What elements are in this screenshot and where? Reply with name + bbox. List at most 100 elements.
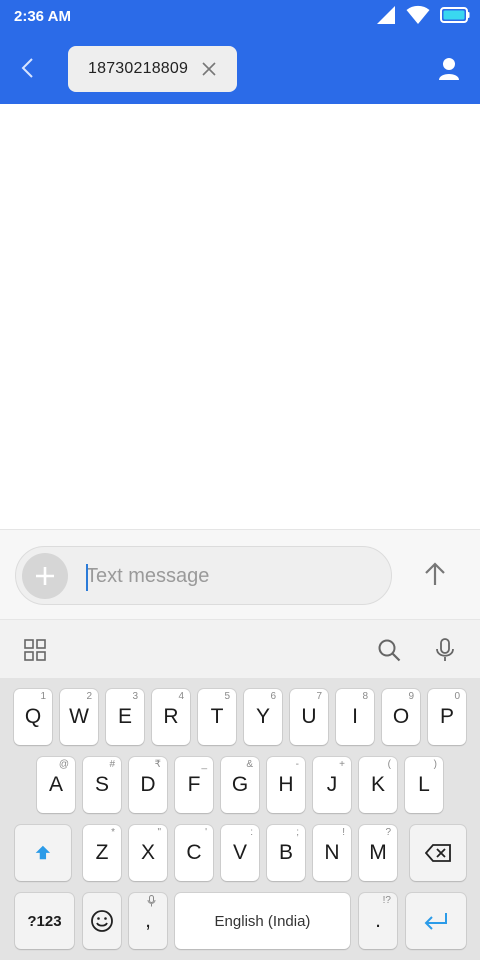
key-hint: 4 bbox=[178, 691, 184, 702]
key-l[interactable]: ) L bbox=[405, 757, 443, 813]
recipient-chip[interactable]: 18730218809 bbox=[68, 46, 237, 92]
compose-bar bbox=[0, 529, 480, 619]
key-hint: 9 bbox=[408, 691, 414, 702]
key-u[interactable]: 7U bbox=[290, 689, 328, 745]
key-v[interactable]: :V bbox=[221, 825, 259, 881]
key-z[interactable]: * Z bbox=[83, 825, 121, 881]
plus-icon bbox=[36, 567, 54, 585]
key-label: Q bbox=[24, 705, 42, 728]
chevron-left-icon bbox=[21, 58, 33, 78]
key-label: D bbox=[140, 773, 156, 796]
key-y[interactable]: 6Y bbox=[244, 689, 282, 745]
message-list bbox=[0, 104, 480, 529]
key-hint: ( bbox=[387, 759, 391, 770]
arrow-up-icon bbox=[425, 562, 445, 585]
key-d[interactable]: ₹ D bbox=[129, 757, 167, 813]
key-label: T bbox=[210, 705, 224, 728]
grid-icon bbox=[24, 639, 46, 661]
emoji-icon bbox=[91, 910, 113, 932]
key-hint: ₹ bbox=[154, 759, 161, 770]
key-label: M bbox=[369, 841, 387, 864]
key-label: B bbox=[278, 841, 293, 864]
recipient-chip-label: 18730218809 bbox=[88, 60, 189, 77]
remove-recipient-button[interactable] bbox=[199, 59, 219, 79]
key-label: I bbox=[352, 705, 358, 728]
key-hint: 8 bbox=[362, 691, 368, 702]
key-h[interactable]: -H bbox=[267, 757, 305, 813]
backspace-icon bbox=[425, 844, 451, 862]
key-t[interactable]: 5T bbox=[198, 689, 236, 745]
person-icon bbox=[439, 58, 459, 80]
comma-key[interactable]: , bbox=[129, 893, 167, 949]
key-hint: ) bbox=[433, 759, 437, 770]
key-label: L bbox=[418, 773, 430, 796]
key-hint: @ bbox=[58, 759, 69, 770]
period-key[interactable]: !? . bbox=[359, 893, 397, 949]
key-label: H bbox=[278, 773, 294, 796]
key-label: Y bbox=[255, 705, 270, 728]
on-screen-keyboard: 1Q2W3E4R5T6Y7U8I9O0P @ A # S ₹ D _ F & G - H + J(K) L … bbox=[0, 678, 480, 960]
key-label: A bbox=[48, 773, 63, 796]
keyboard-search-button[interactable] bbox=[377, 638, 401, 662]
key-n[interactable]: ! N bbox=[313, 825, 351, 881]
key-hint: _ bbox=[201, 759, 207, 770]
key-s[interactable]: # S bbox=[83, 757, 121, 813]
backspace-key[interactable] bbox=[410, 825, 466, 881]
key-hint: : bbox=[250, 827, 253, 838]
keyboard-toolbar bbox=[0, 619, 480, 678]
key-label: X bbox=[140, 841, 155, 864]
key-j[interactable]: + J bbox=[313, 757, 351, 813]
key-w[interactable]: 2W bbox=[60, 689, 98, 745]
key-p[interactable]: 0P bbox=[428, 689, 466, 745]
key-hint: + bbox=[339, 759, 345, 770]
key-x[interactable]: " X bbox=[129, 825, 167, 881]
voice-input-button[interactable] bbox=[433, 638, 457, 662]
key-hint: 1 bbox=[40, 691, 46, 702]
shift-key[interactable] bbox=[15, 825, 71, 881]
key-e[interactable]: 3E bbox=[106, 689, 144, 745]
key-o[interactable]: 9O bbox=[382, 689, 420, 745]
apps-button[interactable] bbox=[23, 638, 47, 662]
mic-hint-icon bbox=[147, 895, 156, 910]
key-i[interactable]: 8I bbox=[336, 689, 374, 745]
key-hint: ? bbox=[385, 827, 391, 838]
message-input[interactable] bbox=[86, 557, 376, 595]
key-a[interactable]: @ A bbox=[37, 757, 75, 813]
emoji-key[interactable] bbox=[83, 893, 121, 949]
period-key-label: . bbox=[375, 909, 381, 932]
contact-button[interactable] bbox=[434, 54, 464, 84]
back-button[interactable] bbox=[14, 54, 42, 82]
status-icons bbox=[376, 5, 470, 28]
key-k[interactable]: (K bbox=[359, 757, 397, 813]
key-label: C bbox=[186, 841, 202, 864]
key-hint: ' bbox=[205, 827, 207, 838]
key-label: G bbox=[231, 773, 249, 796]
key-m[interactable]: ? M bbox=[359, 825, 397, 881]
key-hint: 7 bbox=[316, 691, 322, 702]
key-f[interactable]: _ F bbox=[175, 757, 213, 813]
symbols-key[interactable]: ?123 bbox=[15, 893, 74, 949]
app-header: 2:36 AM 18730218809 bbox=[0, 0, 480, 104]
key-hint: 3 bbox=[132, 691, 138, 702]
key-r[interactable]: 4R bbox=[152, 689, 190, 745]
key-label: R bbox=[163, 705, 179, 728]
text-cursor bbox=[86, 564, 88, 591]
status-bar: 2:36 AM bbox=[0, 0, 480, 34]
key-label: E bbox=[117, 705, 132, 728]
symbols-key-label: ?123 bbox=[27, 912, 62, 930]
key-hint: 0 bbox=[454, 691, 460, 702]
space-key[interactable]: English (India) bbox=[175, 893, 350, 949]
key-b[interactable]: ; B bbox=[267, 825, 305, 881]
send-button[interactable] bbox=[420, 557, 450, 591]
key-label: O bbox=[392, 705, 410, 728]
key-hint: 5 bbox=[224, 691, 230, 702]
close-icon bbox=[202, 62, 216, 76]
key-g[interactable]: & G bbox=[221, 757, 259, 813]
status-time: 2:36 AM bbox=[14, 8, 71, 25]
key-q[interactable]: 1Q bbox=[14, 689, 52, 745]
enter-key[interactable] bbox=[406, 893, 466, 949]
key-hint: & bbox=[246, 759, 253, 770]
key-c[interactable]: ' C bbox=[175, 825, 213, 881]
space-key-label: English (India) bbox=[214, 912, 311, 930]
attach-button[interactable] bbox=[22, 553, 68, 599]
